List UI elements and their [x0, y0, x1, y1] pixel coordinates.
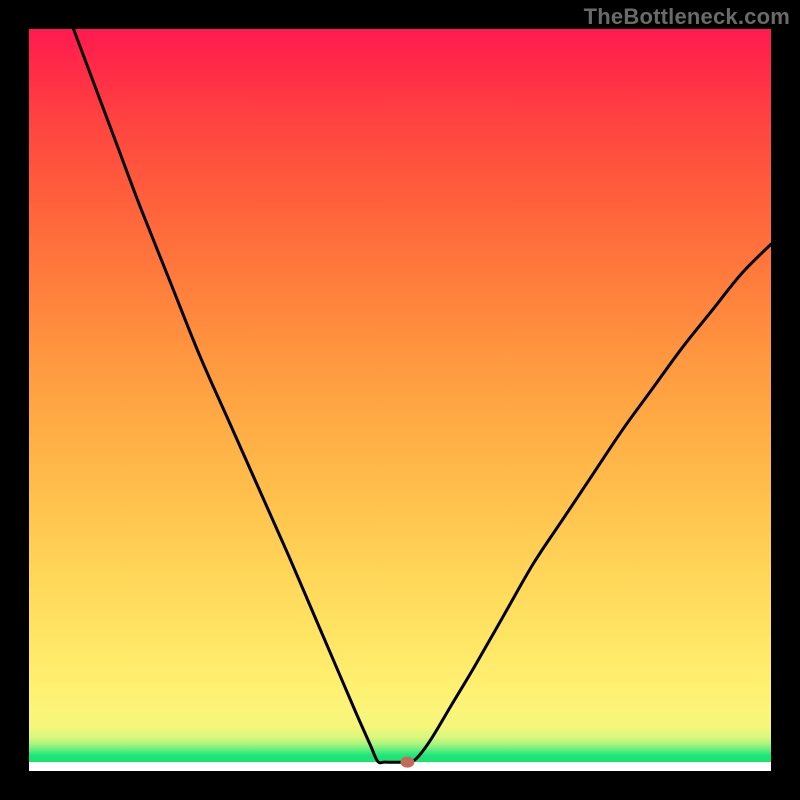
plot-background-gradient: [29, 29, 771, 771]
chart-frame: TheBottleneck.com: [0, 0, 800, 800]
watermark-text: TheBottleneck.com: [584, 4, 790, 30]
